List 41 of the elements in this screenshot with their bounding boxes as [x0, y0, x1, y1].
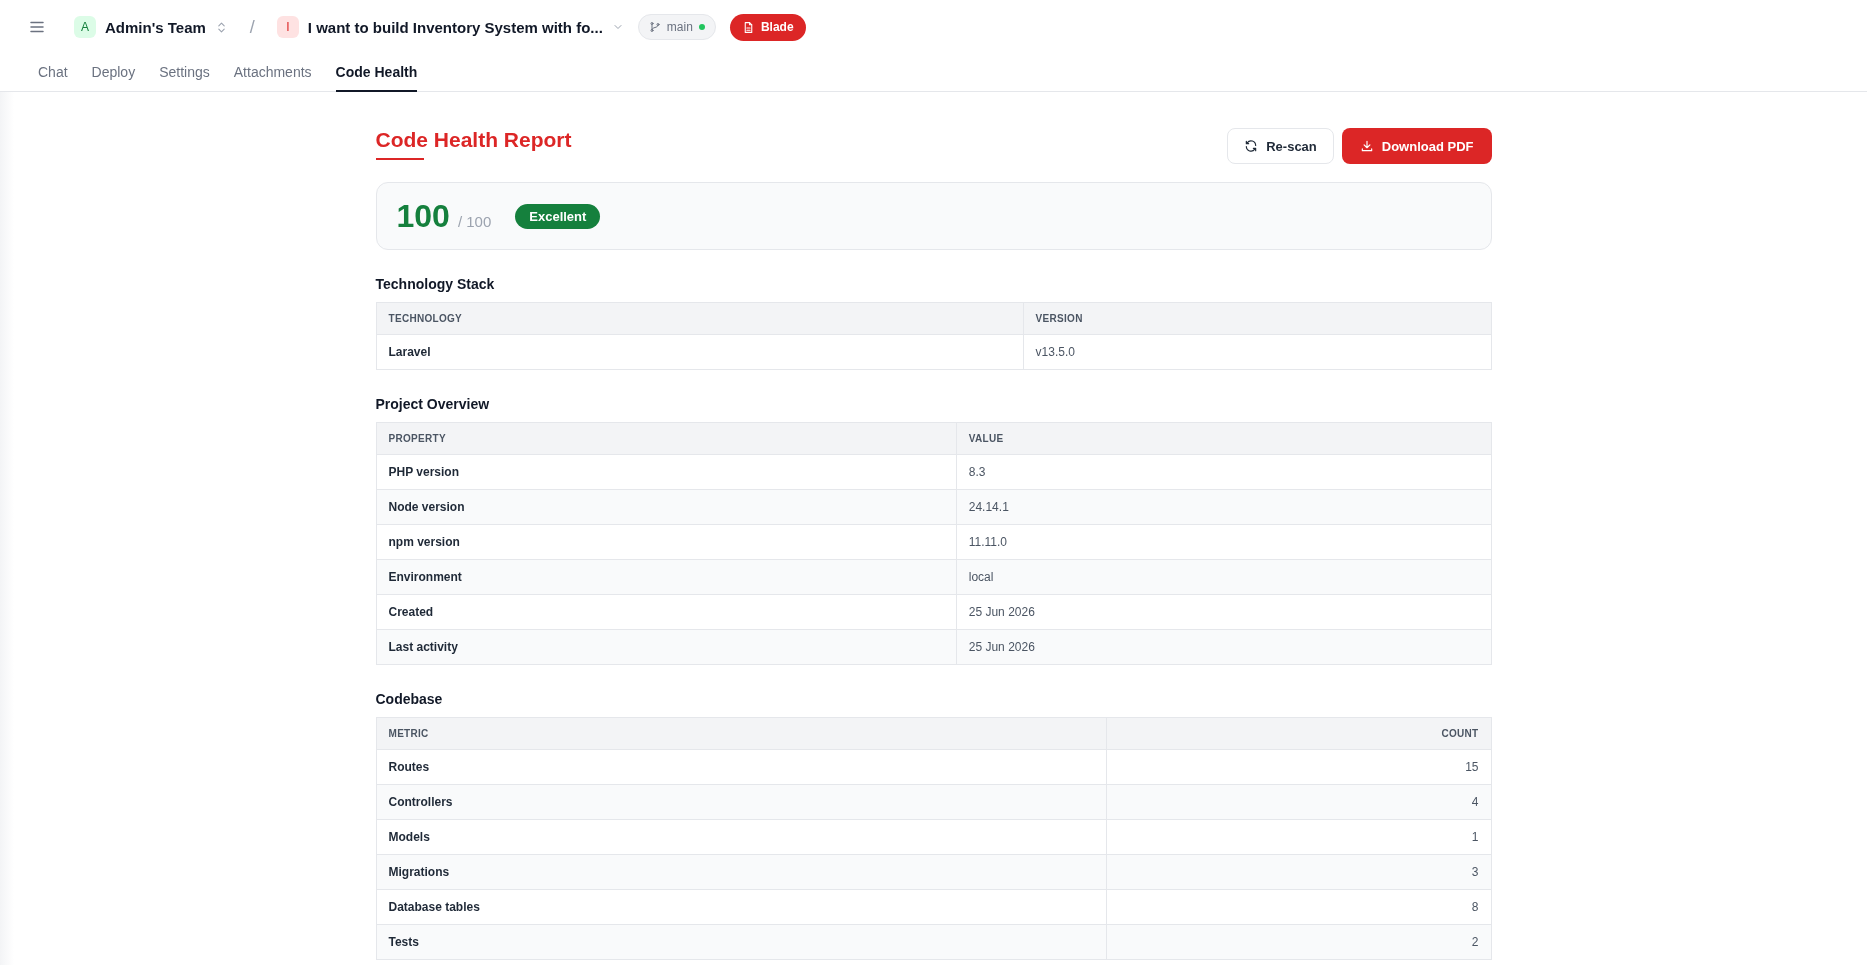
table-cell-text: Laravel [387, 344, 432, 361]
download-pdf-button[interactable]: Download PDF [1341, 128, 1492, 164]
section-heading: Project Overview [375, 396, 491, 412]
project-name[interactable]: I want to build Inventory System with fo... [307, 18, 603, 36]
table-cell: 2 [1106, 925, 1491, 959]
table-cell-text: Environment [387, 569, 463, 586]
grade-badge: Excellent [515, 203, 601, 229]
score-max: / 100 [457, 212, 492, 230]
tab[interactable]: Settings [159, 54, 210, 92]
team-name[interactable]: Admin's Team [105, 18, 206, 36]
table-cell-text: Last activity [387, 639, 459, 656]
table-cell-text: PHP version [387, 464, 460, 481]
table-cell-text: Node version [387, 499, 466, 516]
table-cell-text: Controllers [387, 794, 454, 811]
tab[interactable]: Attachments [233, 54, 312, 92]
refresh-icon [1244, 139, 1259, 153]
blade-button[interactable]: Blade [729, 13, 806, 41]
project-avatar: I [276, 16, 299, 38]
table-cell-text: Models [387, 829, 431, 846]
tab[interactable]: Deploy [91, 54, 136, 92]
score-value: 100 [396, 197, 450, 235]
branch-pill[interactable]: main [637, 14, 716, 40]
branch-icon [648, 21, 661, 33]
table-cell-text: npm version [387, 534, 461, 551]
tab[interactable]: Chat [38, 54, 68, 92]
column-header: TECHNOLOGY [387, 312, 464, 326]
column-header: METRIC [387, 727, 430, 741]
breadcrumb-separator: / [249, 16, 255, 38]
rescan-button[interactable]: Re-scan [1227, 128, 1334, 164]
download-icon [1359, 139, 1374, 153]
column-header: PROPERTY [387, 432, 447, 446]
table-cell-text: Migrations [387, 864, 451, 881]
table-cell-text: Tests [387, 934, 420, 951]
table-cell-text: Created [387, 604, 435, 621]
table-cell-text: Routes [387, 759, 431, 776]
team-avatar: A [74, 16, 96, 38]
table-cell: v13.5.0 [1022, 335, 1491, 369]
section-heading: Technology Stack [375, 276, 496, 292]
table-cell: 25 Jun 2026 [955, 630, 1491, 664]
table-cell-text: Database tables [387, 899, 481, 916]
section-heading: Codebase [375, 691, 444, 707]
